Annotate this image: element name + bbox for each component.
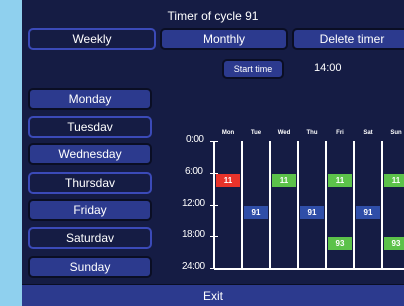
timer-screen: Timer of cycle 91 Weekly Monthly Delete … <box>22 0 404 306</box>
day-header-thu: Thu <box>306 130 318 136</box>
day-button-tuesdav[interactable]: Tuesdav <box>28 116 152 138</box>
grid-column-line <box>353 141 355 268</box>
grid-column-line <box>325 141 327 268</box>
schedule-block[interactable]: 11 <box>272 173 296 187</box>
day-header-wed: Wed <box>277 130 291 136</box>
start-time-button[interactable]: Start time <box>222 59 284 79</box>
hour-label: 24:00 <box>182 261 205 272</box>
hour-label: 0:00 <box>186 134 204 145</box>
schedule-block[interactable]: 91 <box>300 205 324 219</box>
day-header-sat: Sat <box>363 130 373 136</box>
schedule-block[interactable]: 91 <box>244 205 268 219</box>
weekly-tab[interactable]: Weekly <box>28 28 156 50</box>
grid-column-line <box>381 141 383 268</box>
schedule-block[interactable]: 11 <box>328 173 352 187</box>
day-button-sunday[interactable]: Sunday <box>28 256 152 278</box>
grid-column-line <box>297 141 299 268</box>
exit-button[interactable]: Exit <box>22 284 404 306</box>
day-header-tue: Tue <box>250 130 262 136</box>
grid-column-line <box>241 141 243 268</box>
hour-tick <box>210 236 218 238</box>
start-time-value: 14:00 <box>314 62 342 74</box>
grid-bottom-line <box>214 268 404 270</box>
hour-tick <box>210 204 218 206</box>
page-title: Timer of cycle 91 <box>167 9 259 23</box>
day-header-mon: Mon <box>221 130 235 136</box>
day-button-monday[interactable]: Monday <box>28 88 152 110</box>
grid-column-line <box>269 141 271 268</box>
schedule-block[interactable]: 91 <box>356 205 380 219</box>
schedule-block[interactable]: 93 <box>384 237 404 251</box>
hour-label: 12:00 <box>182 197 205 209</box>
day-button-saturdav[interactable]: Saturdav <box>28 227 152 249</box>
delete-timer-button[interactable]: Delete timer <box>292 28 404 50</box>
hour-label: 6:00 <box>185 165 203 177</box>
day-button-friday[interactable]: Friday <box>28 199 152 221</box>
schedule-block[interactable]: 11 <box>216 173 240 187</box>
hour-tick <box>210 141 218 142</box>
day-button-thursdav[interactable]: Thursdav <box>28 172 152 194</box>
hour-label: 18:00 <box>182 229 205 241</box>
schedule-block[interactable]: 93 <box>328 237 352 251</box>
monthly-tab[interactable]: Monthly <box>160 28 288 50</box>
day-button-wednesday[interactable]: Wednesday <box>28 143 152 165</box>
schedule-block[interactable]: 11 <box>384 173 404 187</box>
day-header-sun: Sun <box>390 130 402 136</box>
day-header-fri: Fri <box>336 130 344 136</box>
